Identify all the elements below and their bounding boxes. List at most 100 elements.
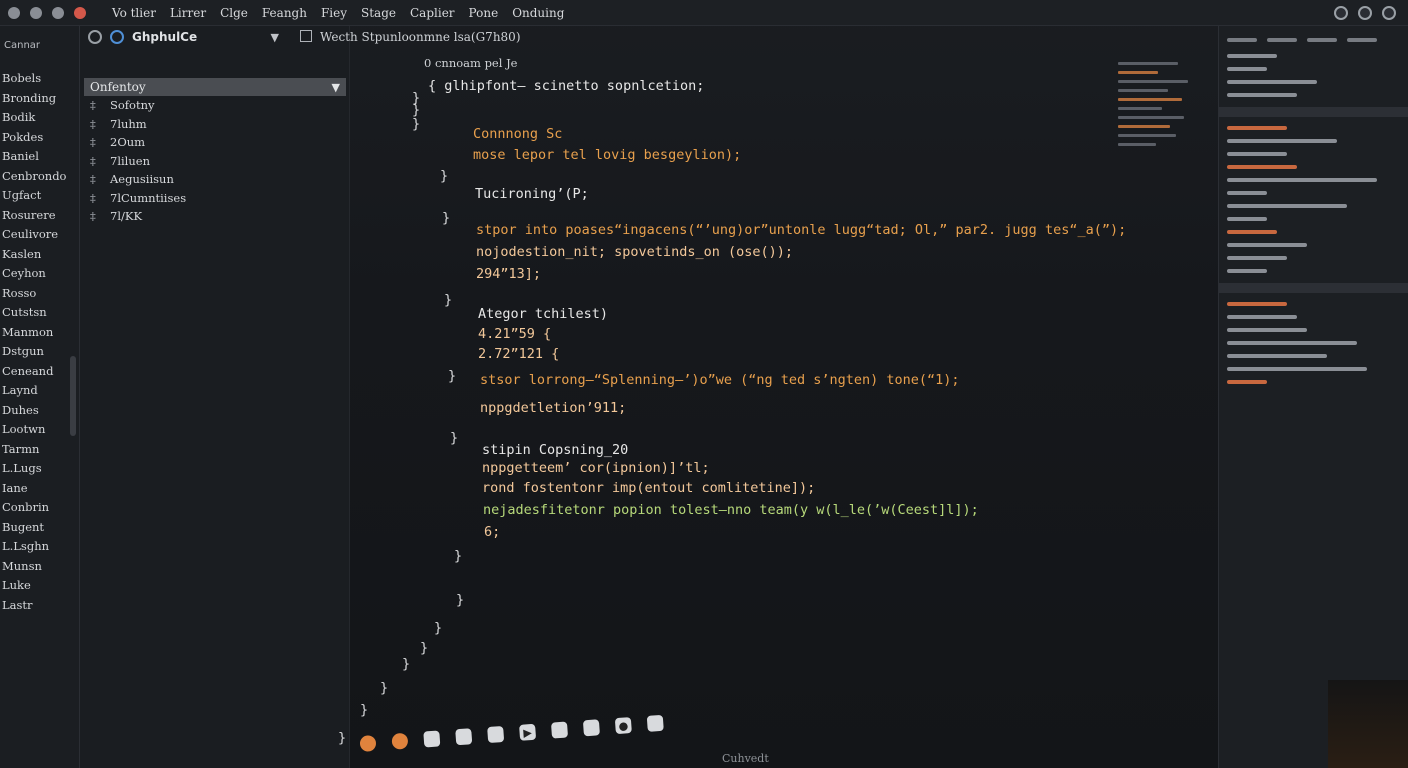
code-line[interactable]: nppgdetletion’911;: [480, 400, 626, 416]
rail-item[interactable]: Pokdes: [0, 128, 79, 148]
breadcrumb[interactable]: Wecth Stpunloonmne lsa(G7h80): [300, 30, 521, 44]
code-line[interactable]: nejadesfitetonr popion tolest–nno team(y…: [483, 502, 979, 518]
rail-item[interactable]: Bobels: [0, 69, 79, 89]
code-line[interactable]: 2.72”121 {: [478, 346, 559, 362]
rail-item[interactable]: L.Lsghn: [0, 537, 79, 557]
code-line[interactable]: mose lepor tel lovig besgeylion);: [473, 147, 741, 163]
rail-item[interactable]: Tarmn: [0, 440, 79, 460]
code-line[interactable]: rond fostentonr imp(entout comlitetine])…: [482, 480, 815, 496]
explorer-section-header[interactable]: Onfentoy ▼: [84, 78, 346, 96]
record-icon[interactable]: ●: [614, 717, 632, 735]
panel-tab[interactable]: [1307, 38, 1337, 42]
rail-item[interactable]: Bronding: [0, 89, 79, 109]
panel-section: [1219, 107, 1408, 117]
rail-item[interactable]: Kaslen: [0, 245, 79, 265]
rail-item[interactable]: Rosso: [0, 284, 79, 304]
tree-item[interactable]: ‡ 7lCumntiises: [80, 189, 349, 208]
app-icon[interactable]: [423, 730, 441, 748]
panel-line: [1227, 341, 1357, 345]
settings-icon[interactable]: [1334, 6, 1348, 20]
rail-item[interactable]: Ceneand: [0, 362, 79, 382]
menu-item[interactable]: Onduing: [512, 6, 564, 20]
rail-item[interactable]: Baniel: [0, 147, 79, 167]
rail-item[interactable]: Cenbrondo: [0, 167, 79, 187]
rail-item[interactable]: Rosurere: [0, 206, 79, 226]
chat-icon[interactable]: [550, 721, 569, 739]
panel-line: [1227, 256, 1287, 260]
code-editor[interactable]: { glhipfont– scinetto sopnlcetion; Connno…: [338, 50, 1200, 768]
code-line[interactable]: Connnong Sc: [473, 126, 562, 142]
tree-item[interactable]: ‡ 7l/KK: [80, 207, 349, 226]
panel-tab[interactable]: [1227, 38, 1257, 42]
code-line[interactable]: 294”13];: [476, 266, 541, 282]
rail-item[interactable]: Iane: [0, 479, 79, 499]
chevron-down-icon[interactable]: ▼: [332, 81, 340, 94]
menu-item[interactable]: Caplier: [410, 6, 455, 20]
code-line[interactable]: Ategor tchilest): [478, 306, 608, 322]
menu-item[interactable]: Clge: [220, 6, 248, 20]
menu-item[interactable]: Fiey: [321, 6, 347, 20]
tree-item[interactable]: ‡ Sofotny: [80, 96, 349, 115]
code-line[interactable]: stpor into poases“ingacens(“’ung)or”unto…: [476, 222, 1126, 238]
rail-item[interactable]: Lastr: [0, 596, 79, 616]
tree-item[interactable]: ‡ 7liluen: [80, 152, 349, 171]
rail-item[interactable]: Ceulivore: [0, 225, 79, 245]
layout-icon[interactable]: [1382, 6, 1396, 20]
code-line[interactable]: nojodestion_nit; spovetinds_on (ose());: [476, 244, 793, 260]
rail-scrollbar[interactable]: [70, 356, 76, 436]
breadcrumb-text: Wecth Stpunloonmne lsa(G7h80): [320, 30, 521, 44]
project-title[interactable]: GhphulCe: [132, 30, 197, 44]
rail-item[interactable]: Munsn: [0, 557, 79, 577]
code-line[interactable]: Tucironing’(P;: [475, 186, 589, 202]
rail-item[interactable]: Bodik: [0, 108, 79, 128]
menu-item[interactable]: Vo tlier: [112, 6, 156, 20]
rail-item[interactable]: Conbrin: [0, 498, 79, 518]
minimap[interactable]: [1118, 56, 1218, 216]
rail-item[interactable]: Laynd: [0, 381, 79, 401]
rail-item[interactable]: Duhes: [0, 401, 79, 421]
tree-item[interactable]: ‡ Aegusiisun: [80, 170, 349, 189]
rail-item[interactable]: Luke: [0, 576, 79, 596]
rail-item[interactable]: Dstgun: [0, 342, 79, 362]
panel-tab[interactable]: [1267, 38, 1297, 42]
code-line[interactable]: 6;: [484, 524, 500, 540]
tree-item[interactable]: ‡ 7luhm: [80, 115, 349, 134]
close-window-icon[interactable]: [74, 6, 86, 19]
code-line[interactable]: 4.21”59 {: [478, 326, 551, 342]
window-control-icon[interactable]: [8, 6, 20, 19]
window-control-icon[interactable]: [30, 6, 42, 19]
code-line[interactable]: { glhipfont– scinetto sopnlcetion;: [428, 78, 704, 94]
rail-item[interactable]: L.Lugs: [0, 459, 79, 479]
play-icon[interactable]: ▶: [519, 723, 537, 741]
chevron-down-icon[interactable]: ▼: [271, 31, 279, 44]
mail-icon[interactable]: [582, 719, 600, 737]
menu-item[interactable]: Lirrer: [170, 6, 206, 20]
rail-item[interactable]: Ugfact: [0, 186, 79, 206]
menu-item[interactable]: Stage: [361, 6, 396, 20]
rail-item[interactable]: Cutstsn: [0, 303, 79, 323]
window-control-icon[interactable]: [52, 6, 64, 19]
project-icon[interactable]: [110, 30, 124, 44]
menu-item[interactable]: Pone: [469, 6, 499, 20]
rail-item[interactable]: Ceyhon: [0, 264, 79, 284]
rail-item[interactable]: Lootwn: [0, 420, 79, 440]
app-icon[interactable]: [359, 734, 377, 752]
code-line[interactable]: stsor lorrong–“Splenning–’)o”we (“ng ted…: [480, 372, 960, 388]
rail-item[interactable]: Manmon: [0, 323, 79, 343]
app-icon[interactable]: [487, 725, 505, 744]
window-icon[interactable]: [646, 714, 664, 732]
code-line[interactable]: stipin Copsning_20: [482, 442, 628, 458]
tree-item[interactable]: ‡ 2Oum: [80, 133, 349, 152]
menu-item[interactable]: Feangh: [262, 6, 307, 20]
account-icon[interactable]: [1358, 6, 1372, 20]
app-icon[interactable]: [391, 732, 409, 750]
brace-glyph: }: [448, 368, 457, 384]
tree-item-label: 7luhm: [110, 116, 147, 131]
brace-glyph: }: [450, 430, 459, 446]
panel-tab[interactable]: [1347, 38, 1377, 42]
app-icon[interactable]: [455, 728, 473, 746]
panel-line: [1227, 328, 1307, 332]
code-line[interactable]: nppgetteem’ cor(ipnion)]’tl;: [482, 460, 710, 476]
rail-item[interactable]: Bugent: [0, 518, 79, 538]
refresh-icon[interactable]: [88, 30, 102, 44]
